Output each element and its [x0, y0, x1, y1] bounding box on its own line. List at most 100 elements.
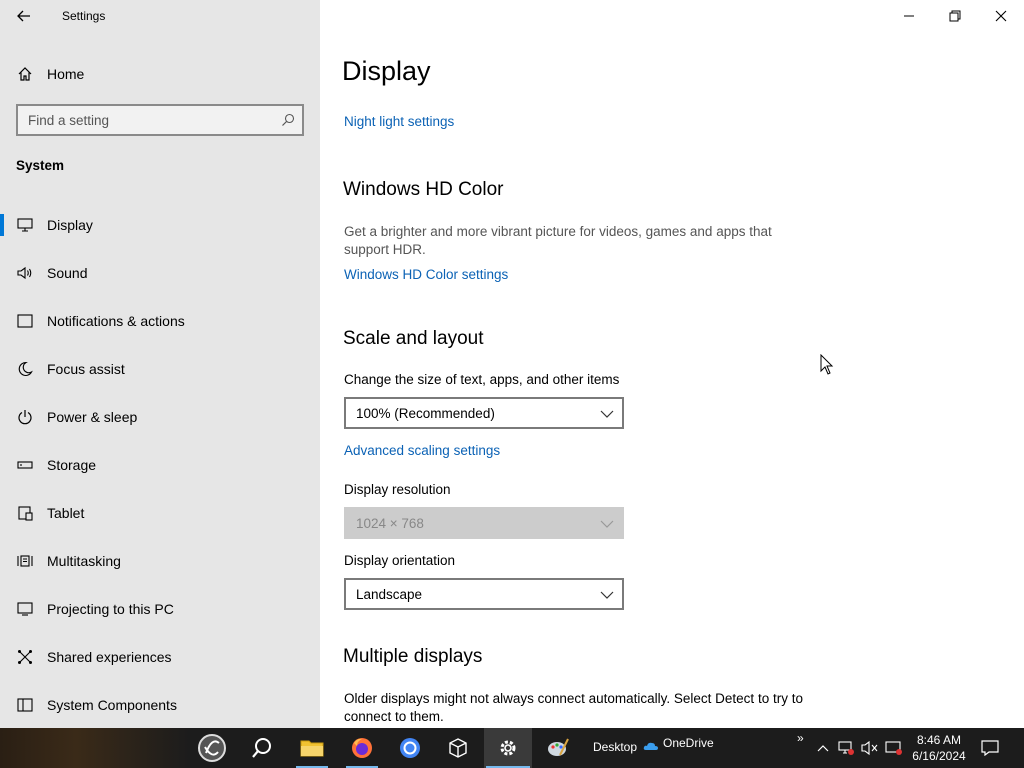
clock-time: 8:46 AM	[916, 733, 962, 747]
moon-icon	[16, 361, 34, 377]
volume-muted-icon	[861, 740, 878, 756]
search-box[interactable]	[16, 104, 304, 136]
taskbar: Desktop OneDrive » 8:46 AM 6/16/2024	[0, 728, 1024, 768]
projecting-icon	[16, 601, 34, 617]
hd-color-settings-link[interactable]: Windows HD Color settings	[344, 267, 508, 282]
sidebar-item-label: Projecting to this PC	[47, 601, 174, 617]
scale-layout-heading: Scale and layout	[343, 328, 484, 349]
paint-button[interactable]	[534, 728, 582, 768]
display-tray-icon[interactable]	[884, 738, 904, 758]
chrome-button[interactable]	[386, 728, 434, 768]
hd-color-heading: Windows HD Color	[343, 179, 504, 200]
search-input[interactable]	[18, 106, 268, 134]
night-light-settings-link[interactable]: Night light settings	[344, 114, 454, 129]
file-explorer-button[interactable]	[288, 728, 336, 768]
network-tray-icon[interactable]	[836, 738, 856, 758]
sidebar-item-label: Shared experiences	[47, 649, 172, 665]
sidebar-item-label: Display	[47, 217, 93, 233]
wallpaper-strip	[0, 728, 190, 768]
orientation-dropdown[interactable]: Landscape	[344, 578, 624, 610]
volume-tray-icon[interactable]	[860, 738, 880, 758]
sidebar-nav: Display Sound Notifications & actions Fo…	[0, 201, 320, 729]
gear-icon	[500, 740, 516, 756]
sidebar-item-power-sleep[interactable]: Power & sleep	[0, 393, 320, 441]
onedrive-label[interactable]: OneDrive	[663, 736, 714, 750]
sidebar-item-label: Storage	[47, 457, 97, 473]
action-center-button[interactable]	[980, 738, 1000, 758]
show-hidden-icons-button[interactable]	[813, 738, 833, 758]
speaker-icon	[16, 265, 34, 281]
resolution-dropdown: 1024 × 768	[344, 507, 624, 539]
sidebar-item-label: System Components	[47, 697, 177, 713]
firefox-button[interactable]	[338, 728, 386, 768]
tablet-icon	[16, 505, 34, 521]
toolbar-overflow-icon[interactable]: »	[797, 731, 804, 745]
settings-taskbar-button[interactable]	[484, 728, 532, 768]
chevron-down-icon	[600, 591, 614, 599]
sidebar-item-notifications[interactable]: Notifications & actions	[0, 297, 320, 345]
sidebar-item-shared-experiences[interactable]: Shared experiences	[0, 633, 320, 681]
home-icon	[17, 66, 33, 82]
title-bar: Settings	[0, 0, 320, 32]
sidebar-item-display[interactable]: Display	[0, 201, 320, 249]
sidebar-item-multitasking[interactable]: Multitasking	[0, 537, 320, 585]
back-arrow-icon	[17, 10, 30, 22]
components-icon	[16, 697, 34, 713]
sidebar-item-label: Notifications & actions	[47, 313, 185, 329]
sidebar-item-label: Multitasking	[47, 553, 121, 569]
sidebar-item-label: Focus assist	[47, 361, 125, 377]
chevron-down-icon	[600, 520, 614, 528]
sidebar-item-sound[interactable]: Sound	[0, 249, 320, 297]
shared-icon	[16, 649, 34, 665]
resolution-label: Display resolution	[344, 482, 451, 497]
sidebar-item-storage[interactable]: Storage	[0, 441, 320, 489]
back-button[interactable]	[10, 4, 38, 28]
orientation-value: Landscape	[356, 586, 423, 602]
display-alert-icon	[885, 741, 902, 755]
start-button[interactable]	[188, 728, 236, 768]
scale-value: 100% (Recommended)	[356, 405, 495, 421]
desktop-toolbar-label[interactable]: Desktop	[593, 740, 637, 754]
scale-dropdown[interactable]: 100% (Recommended)	[344, 397, 624, 429]
network-icon	[838, 741, 854, 755]
page-title: Display	[342, 56, 431, 86]
chrome-icon	[400, 738, 420, 758]
main-content: Display Night light settings Windows HD …	[320, 0, 1024, 728]
chevron-up-icon	[817, 745, 829, 752]
sidebar: Settings Home System Display Sound Notif…	[0, 0, 320, 728]
search-icon	[252, 738, 271, 758]
chevron-down-icon	[600, 410, 614, 418]
power-icon	[16, 409, 34, 425]
sidebar-item-label: Tablet	[47, 505, 85, 521]
notification-icon	[16, 313, 34, 329]
advanced-scaling-settings-link[interactable]: Advanced scaling settings	[344, 443, 500, 458]
app-title: Settings	[62, 9, 106, 23]
sidebar-item-label: Power & sleep	[47, 409, 138, 425]
multiple-displays-description: Older displays might not always connect …	[344, 691, 803, 724]
paint-icon	[548, 738, 569, 756]
monitor-icon	[16, 217, 34, 233]
sidebar-item-projecting[interactable]: Projecting to this PC	[0, 585, 320, 633]
sidebar-item-focus-assist[interactable]: Focus assist	[0, 345, 320, 393]
start-logo-icon	[198, 734, 226, 762]
sidebar-item-tablet[interactable]: Tablet	[0, 489, 320, 537]
cube-icon	[449, 738, 467, 758]
orientation-label: Display orientation	[344, 553, 456, 568]
section-heading: System	[16, 158, 65, 173]
home-label: Home	[47, 66, 85, 82]
scale-label: Change the size of text, apps, and other…	[344, 372, 620, 387]
mouse-cursor-icon	[820, 354, 834, 375]
sidebar-item-system-components[interactable]: System Components	[0, 681, 320, 729]
search-taskbar-button[interactable]	[238, 728, 286, 768]
resolution-value: 1024 × 768	[356, 515, 424, 531]
clock-date: 6/16/2024	[912, 749, 966, 763]
search-icon[interactable]	[281, 113, 295, 127]
multitasking-icon	[16, 553, 34, 569]
virtualbox-button[interactable]	[434, 728, 482, 768]
notification-center-icon	[981, 740, 999, 756]
firefox-icon	[352, 738, 372, 758]
folder-icon	[300, 740, 324, 757]
home-nav-item[interactable]: Home	[0, 56, 320, 92]
multiple-displays-heading: Multiple displays	[343, 646, 483, 667]
clock[interactable]: 8:46 AM 6/16/2024	[902, 732, 976, 764]
